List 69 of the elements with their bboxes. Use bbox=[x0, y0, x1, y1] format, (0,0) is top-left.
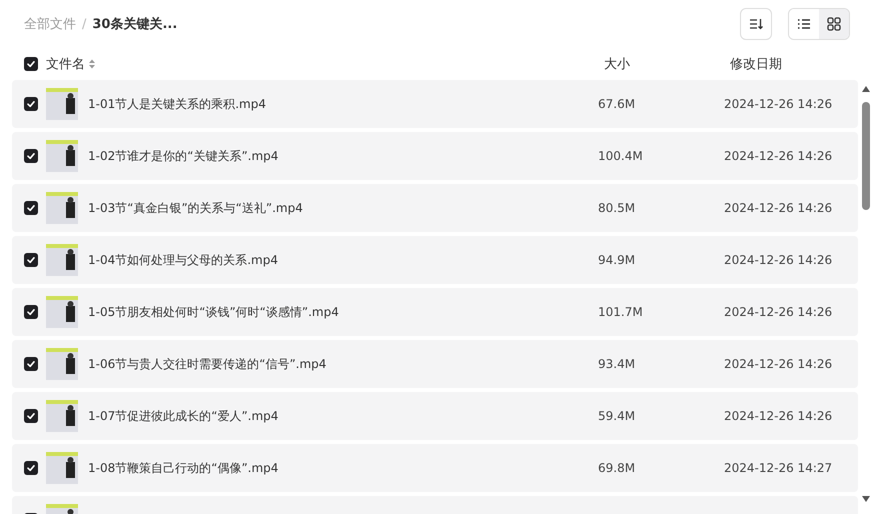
file-row[interactable]: 1-02节谁才是你的“关键关系”.mp4 100.4M 2024-12-26 14:26 bbox=[12, 132, 858, 180]
file-row[interactable]: 1-06节与贵人交往时需要传递的“信号”.mp4 93.4M 2024-12-26 14:26 bbox=[12, 340, 858, 388]
checkbox[interactable] bbox=[24, 97, 38, 111]
modified-date: 2024-12-26 14:26 bbox=[724, 253, 832, 267]
checkbox[interactable] bbox=[24, 409, 38, 423]
modified-date: 2024-12-26 14:26 bbox=[724, 357, 832, 371]
check-icon bbox=[26, 359, 36, 369]
file-row[interactable]: 1-05节朋友相处何时“谈钱”何时“谈感情”.mp4 101.7M 2024-12-26 14:26 bbox=[12, 288, 858, 336]
column-header[interactable]: 大小 bbox=[604, 57, 630, 72]
check-icon bbox=[26, 151, 36, 161]
file-size: 94.9M bbox=[598, 253, 636, 267]
file-name: 1-06节与贵人交往时需要传递的“信号”.mp4 bbox=[88, 356, 328, 372]
list-icon bbox=[797, 18, 811, 30]
video-thumbnail bbox=[46, 244, 78, 276]
video-thumbnail bbox=[46, 140, 78, 172]
check-icon bbox=[26, 411, 36, 421]
file-size: 101.7M bbox=[598, 305, 644, 319]
file-row[interactable]: 1-01节人是关键关系的乘积.mp4 67.6M 2024-12-26 14:26 bbox=[12, 80, 858, 128]
video-thumbnail bbox=[46, 348, 78, 380]
video-thumbnail bbox=[46, 88, 78, 120]
file-size: 67.6M bbox=[598, 97, 636, 111]
check-icon bbox=[26, 463, 36, 473]
modified-date: 2024-12-26 14:26 bbox=[724, 409, 832, 423]
breadcrumb-separator: / bbox=[82, 16, 86, 32]
modified-date: 2024-12-26 14:26 bbox=[724, 201, 832, 215]
checkbox[interactable] bbox=[24, 305, 38, 319]
check-icon bbox=[26, 307, 36, 317]
modified-date: 2024-12-26 14:26 bbox=[724, 149, 832, 163]
modified-date: 2024-12-26 14:26 bbox=[724, 305, 832, 319]
checkbox[interactable] bbox=[24, 461, 38, 475]
grid-icon bbox=[827, 17, 841, 31]
check-icon bbox=[26, 255, 36, 265]
file-name: 1-07节促进彼此成长的“爱人”.mp4 bbox=[88, 408, 280, 424]
column-header[interactable]: 修改日期 bbox=[730, 57, 782, 72]
breadcrumb-link[interactable]: 30条关键关... bbox=[92, 15, 178, 33]
sort-icon bbox=[749, 18, 763, 30]
file-size: 69.8M bbox=[598, 461, 636, 475]
file-name: 1-03节“真金白银”的关系与“送礼”.mp4 bbox=[88, 200, 304, 216]
video-thumbnail bbox=[46, 400, 78, 432]
file-row[interactable]: 1-03节“真金白银”的关系与“送礼”.mp4 80.5M 2024-12-26 14:26 bbox=[12, 184, 858, 232]
file-name: 1-04节如何处理与父母的关系.mp4 bbox=[88, 252, 279, 268]
check-icon bbox=[26, 59, 36, 69]
video-thumbnail bbox=[46, 452, 78, 484]
file-row[interactable]: 1-08节鞭策自己行动的“偶像”.mp4 69.8M 2024-12-26 14:27 bbox=[12, 444, 858, 492]
grid-view-button[interactable] bbox=[819, 9, 849, 39]
file-size: 93.4M bbox=[598, 357, 636, 371]
file-size: 59.4M bbox=[598, 409, 636, 423]
checkbox[interactable] bbox=[24, 201, 38, 215]
file-name: 1-02节谁才是你的“关键关系”.mp4 bbox=[88, 148, 280, 164]
check-icon bbox=[26, 99, 36, 109]
checkbox[interactable] bbox=[24, 357, 38, 371]
video-thumbnail bbox=[46, 192, 78, 224]
modified-date: 2024-12-26 14:26 bbox=[724, 97, 832, 111]
file-name: 1-08节鞭策自己行动的“偶像”.mp4 bbox=[88, 460, 280, 476]
check-icon bbox=[26, 203, 36, 213]
checkbox[interactable] bbox=[24, 149, 38, 163]
file-size: 80.5M bbox=[598, 201, 636, 215]
sort-icon[interactable] bbox=[89, 59, 95, 69]
file-row[interactable]: 1-07节促进彼此成长的“爱人”.mp4 59.4M 2024-12-26 14:26 bbox=[12, 392, 858, 440]
sort-button[interactable] bbox=[740, 8, 772, 40]
column-header[interactable]: 文件名 bbox=[46, 55, 85, 73]
file-row[interactable]: 1-04节如何处理与父母的关系.mp4 94.9M 2024-12-26 14:26 bbox=[12, 236, 858, 284]
file-name: 1-05节朋友相处何时“谈钱”何时“谈感情”.mp4 bbox=[88, 304, 340, 320]
file-name: 1-01节人是关键关系的乘积.mp4 bbox=[88, 96, 267, 112]
file-size: 100.4M bbox=[598, 149, 644, 163]
checkbox[interactable] bbox=[24, 253, 38, 267]
checkbox[interactable] bbox=[24, 57, 38, 71]
video-thumbnail bbox=[46, 296, 78, 328]
modified-date: 2024-12-26 14:27 bbox=[724, 461, 832, 475]
